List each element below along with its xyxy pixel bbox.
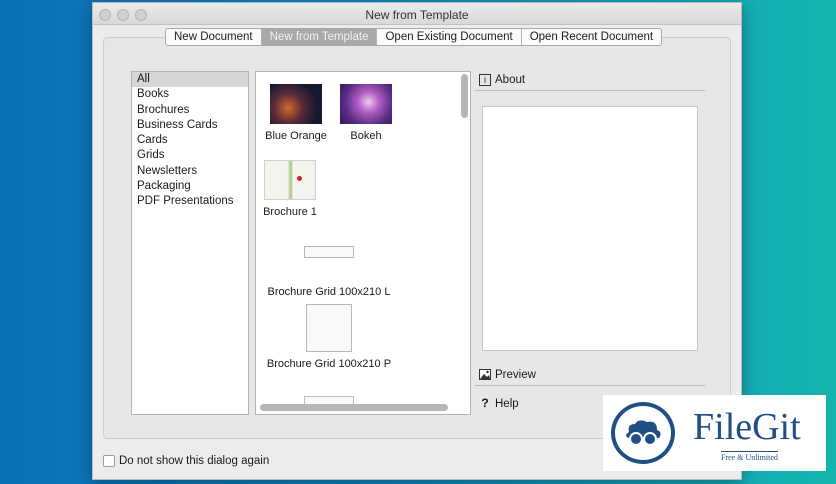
category-packaging[interactable]: Packaging [132,179,248,194]
image-icon [479,369,491,381]
template-label: Bokeh [350,130,382,142]
category-list[interactable]: All Books Brochures Business Cards Cards… [131,71,249,415]
about-content-box [482,106,698,351]
preview-header-divider [475,385,705,386]
template-thumbnail [306,304,352,352]
about-header-divider [475,90,705,91]
filegit-watermark: FileGit Free & Unlimited [603,395,826,471]
template-list-vertical-scrollbar[interactable] [461,74,468,118]
preview-label: Preview [495,369,536,381]
category-cards[interactable]: Cards [132,133,248,148]
template-blue-orange[interactable]: Blue Orange [260,84,332,142]
binoculars-cloud-icon [626,420,661,446]
category-books[interactable]: Books [132,87,248,102]
preview-panel-header[interactable]: Preview [475,365,705,385]
filegit-tagline: Free & Unlimited [721,451,778,462]
do-not-show-again-label: Do not show this dialog again [119,455,270,467]
tab-open-existing-document[interactable]: Open Existing Document [377,29,522,45]
window-title: New from Template [365,8,469,22]
template-label: Brochure 1 [263,206,317,218]
filegit-logo [611,402,675,464]
tab-open-recent-document[interactable]: Open Recent Document [522,29,661,45]
template-bokeh[interactable]: Bokeh [336,84,396,142]
filegit-brand: FileGit [693,406,801,448]
template-brochure-1[interactable]: Brochure 1 [260,160,320,218]
template-thumbnail [270,84,322,124]
category-newsletters[interactable]: Newsletters [132,164,248,179]
about-panel-header[interactable]: i About [475,70,705,90]
do-not-show-again-row[interactable]: Do not show this dialog again [103,455,269,467]
template-list[interactable]: Blue Orange Bokeh Brochure 1 Brochure Gr… [255,71,471,415]
category-pdf-presentations[interactable]: PDF Presentations [132,194,248,209]
info-icon: i [479,74,491,86]
mode-tabs: New Document New from Template Open Exis… [165,28,663,46]
template-brochure-grid-l[interactable]: Brochure Grid 100x210 L [260,246,398,298]
template-thumbnail [340,84,392,124]
template-list-horizontal-scrollbar[interactable] [260,404,448,411]
help-label: Help [495,398,519,410]
category-all[interactable]: All [132,72,248,88]
tab-new-document[interactable]: New Document [166,29,262,45]
do-not-show-again-checkbox[interactable] [103,455,115,467]
category-grids[interactable]: Grids [132,148,248,163]
category-brochures[interactable]: Brochures [132,103,248,118]
about-label: About [495,74,526,86]
tab-new-from-template[interactable]: New from Template [261,29,378,45]
template-brochure-grid-p[interactable]: Brochure Grid 100x210 P [260,304,398,370]
template-thumbnail [304,246,354,258]
template-label: Brochure Grid 100x210 P [266,358,392,370]
template-label: Brochure Grid 100x210 L [267,286,391,298]
question-icon: ? [481,396,489,410]
category-business-cards[interactable]: Business Cards [132,118,248,133]
template-label: Blue Orange [265,130,327,142]
template-thumbnail [264,160,316,200]
titlebar: New from Template [93,3,741,25]
